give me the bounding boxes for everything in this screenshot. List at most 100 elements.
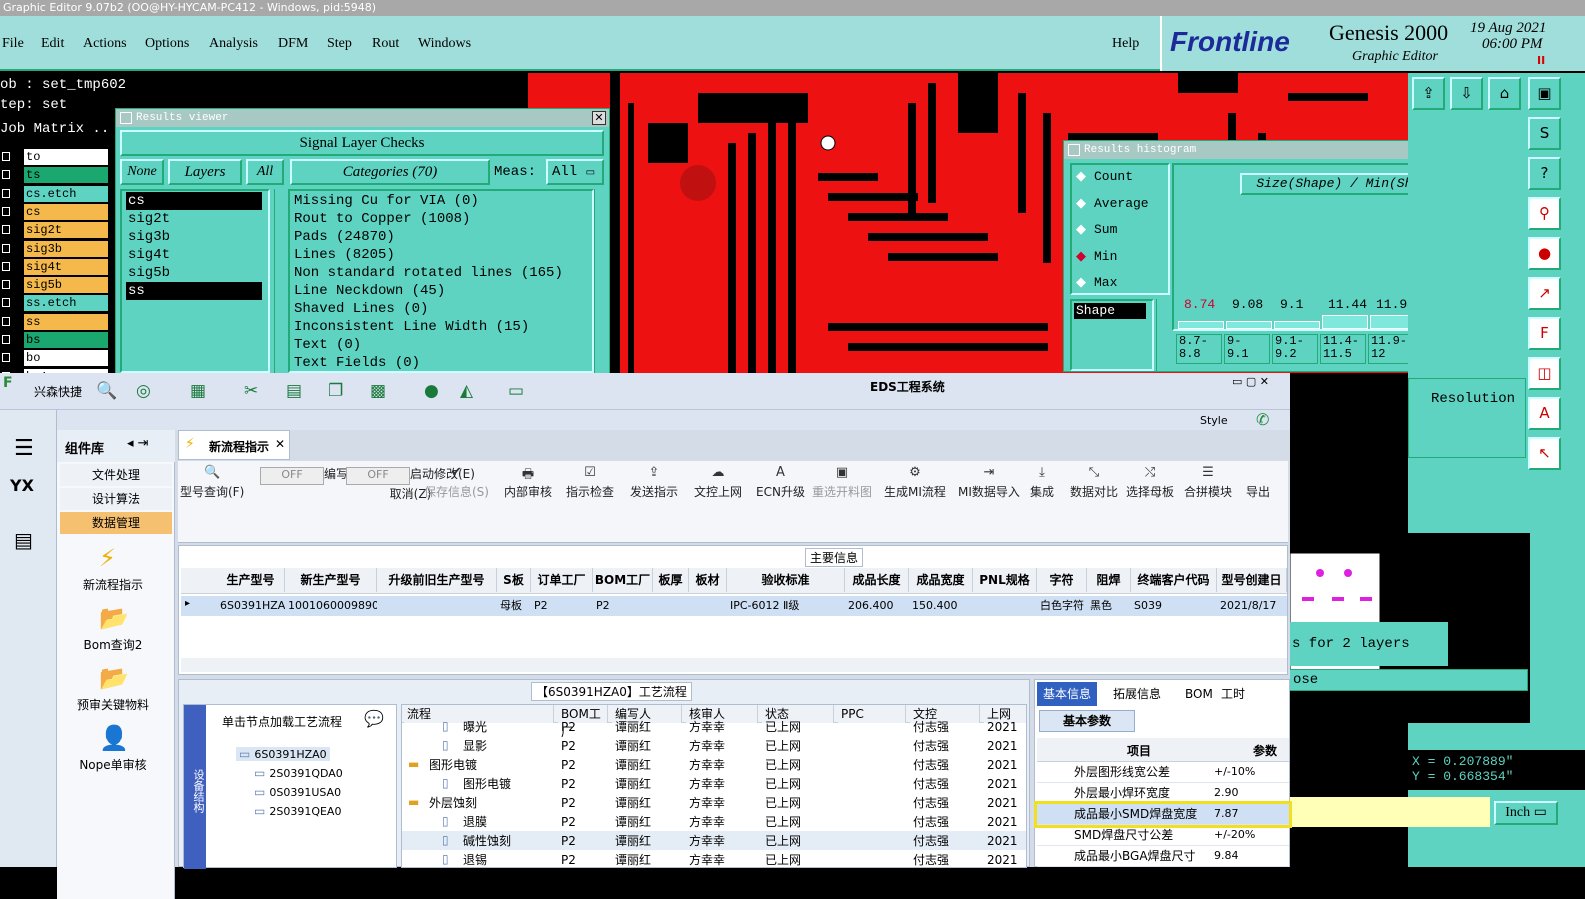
grid-hscrollbar[interactable] [181,658,1287,672]
histogram-bar[interactable] [1274,321,1320,329]
calendar-icon[interactable]: ▤ [14,528,33,552]
layer-checkbox[interactable] [2,188,10,198]
basic-params-tab[interactable]: 基本参数 [1039,710,1135,732]
library-item[interactable]: 数据管理 [60,512,172,534]
meas-select[interactable]: All ▭ [546,159,604,185]
stat-option[interactable]: ◆ Count [1076,169,1133,184]
close-button[interactable]: ose [1288,669,1528,691]
layer-row[interactable]: ss [0,313,110,330]
layer-row[interactable]: sig5b [0,277,110,294]
toolbar-button[interactable]: ⇪ 发送指示 [630,465,678,500]
grid-column-header[interactable]: 板材 [689,568,727,592]
library-nav-icons[interactable]: ◂ ⇥ [127,436,149,451]
select-icon[interactable]: ↖ [1528,437,1561,470]
category-item[interactable]: Line Neckdown (45) [294,282,445,300]
shape-item[interactable]: Shape [1074,303,1146,319]
layer-row[interactable]: bo [0,350,110,367]
param-row[interactable]: SMD焊盘尺寸公差 +/-20% [1037,825,1289,846]
phone-icon[interactable]: ✆ [1256,410,1269,429]
layer-checkbox[interactable] [2,353,10,363]
toolbar-button[interactable]: ⚙ 生成MI流程 [884,465,946,500]
library-item[interactable]: 设计算法 [60,488,172,510]
category-item[interactable]: Non standard rotated lines (165) [294,264,563,282]
layer-item[interactable]: sig2t [126,210,262,228]
yx-icon[interactable]: YX [10,476,34,495]
help-icon[interactable]: ? [1528,157,1561,190]
layer-item[interactable]: cs [126,192,262,210]
layer-checkbox[interactable] [2,170,10,180]
info-tab[interactable]: 基本信息 [1037,682,1098,706]
toolbar-button[interactable]: 🖶 内部审核 [504,465,552,500]
category-item[interactable]: Text (0) [294,336,361,354]
histogram-bar[interactable] [1226,321,1272,329]
grid-column-header[interactable]: 型号创建日 [1217,568,1287,592]
library-icon[interactable]: 👤 [99,724,129,752]
tree-node[interactable]: ▭ 2S0391QDA0 [254,766,343,780]
param-row[interactable]: 外层最小焊环宽度 2.90 [1037,783,1289,804]
grid-column-header[interactable]: 订单工厂 [531,568,593,592]
grid-column-header[interactable]: 验收标准 [727,568,845,592]
layer-item[interactable]: sig5b [126,264,262,282]
toolbar-button[interactable]: ⇥ MI数据导入 [958,465,1020,500]
toolbar-button[interactable]: 🔍 型号查询(F) [180,465,244,500]
category-item[interactable]: Missing Cu for VIA (0) [294,192,479,210]
category-results-list[interactable]: Missing Cu for VIA (0) Rout to Copper (10… [288,189,594,373]
layer-list-scrollbar[interactable] [274,189,286,373]
flow-row[interactable]: 曝光 P2 谭丽红 方幸幸 已上网 付志强 2021 ▯ [402,717,1026,736]
layer-row[interactable]: sig3b [0,240,110,257]
tree-node[interactable]: ▭ 2S0391QEA0 [254,804,341,818]
snap-icon[interactable]: S [1528,117,1561,150]
param-row[interactable]: 成品最小BGA焊盘尺寸 9.84 [1037,846,1289,867]
tree-node[interactable]: ▭ 0S0391USA0 [254,785,341,799]
unit-select[interactable]: Inch ▭ [1494,801,1558,825]
layer-row[interactable]: ts [0,167,110,184]
layer-checkbox[interactable] [2,243,10,253]
window-menu-icon[interactable] [120,112,132,124]
stat-option[interactable]: ◆ Min [1076,249,1117,264]
layer-item[interactable]: sig4t [126,246,262,264]
hamburger-icon[interactable]: ☰ [14,436,34,461]
tab-new-flow[interactable]: ⚡ 新流程指示 ✕ [178,430,290,460]
menu-analysis[interactable]: Analysis [209,36,258,52]
category-list-scrollbar[interactable] [594,189,606,373]
monitor-icon[interactable]: ▭ [508,381,524,401]
histogram-bar[interactable] [1322,315,1368,329]
menu-help[interactable]: Help [1112,36,1139,52]
library-icon[interactable]: 📂 [99,604,129,632]
layer-row[interactable]: sig4t [0,258,110,275]
feature-icon[interactable]: F [1528,317,1561,350]
tree-node[interactable]: ▭ 6S0391HZA0 [236,747,330,761]
category-item[interactable]: Text Fields (0) [294,354,420,371]
grid-column-header[interactable]: BOM工厂 [593,568,653,592]
toolbar-button[interactable]: ⤓ 集成 [1030,465,1054,500]
layer-checkbox[interactable] [2,261,10,271]
layer-checkbox[interactable] [2,152,10,161]
flow-row[interactable]: 退膜 P2 谭丽红 方幸幸 已上网 付志强 2021 ▯ [402,812,1026,831]
grid-column-header[interactable]: S板 [497,568,531,592]
menu-windows[interactable]: Windows [418,36,471,52]
category-item[interactable]: Rout to Copper (1008) [294,210,470,228]
layer-results-list[interactable]: cs sig2t sig3b sig4t sig5b ss [120,189,270,373]
film-icon[interactable]: ▤ [286,381,302,401]
layer-checkbox[interactable] [2,335,10,344]
flow-row[interactable]: 碱性蚀刻 P2 谭丽红 方幸幸 已上网 付志强 2021 ▯ [402,831,1026,850]
layer-checkbox[interactable] [2,206,10,216]
window-menu-icon[interactable] [1068,144,1080,156]
info-tab[interactable]: 工时 [1215,682,1251,706]
info-tab[interactable]: BOM [1179,682,1219,706]
shape-list[interactable]: Shape [1070,299,1154,371]
none-button[interactable]: None [120,159,164,185]
toolbar-button[interactable]: ☰ 合拼模块 [1184,465,1232,500]
grid-column-header[interactable]: 生产型号 [217,568,285,592]
close-icon[interactable]: ✕ [275,437,285,451]
home-icon[interactable]: ⌂ [1488,77,1521,110]
tree-side-tab[interactable]: 设备结构 [184,705,206,869]
flow-row[interactable]: 图形电镀 P2 谭丽红 方幸幸 已上网 付志强 2021 ▯ [402,774,1026,793]
chart-icon[interactable]: ◭ [460,381,473,401]
table-icon[interactable]: ▦ [190,381,206,401]
measure-icon[interactable]: ⚲ [1528,197,1561,230]
layer-row[interactable]: sig2t [0,222,110,239]
flow-row[interactable]: 外层蚀刻 P2 谭丽红 方幸幸 已上网 付志强 2021 ▬ [402,793,1026,812]
menu-options[interactable]: Options [145,36,189,52]
toolbar-button[interactable]: ✔ 保存信息(S) [424,465,489,500]
